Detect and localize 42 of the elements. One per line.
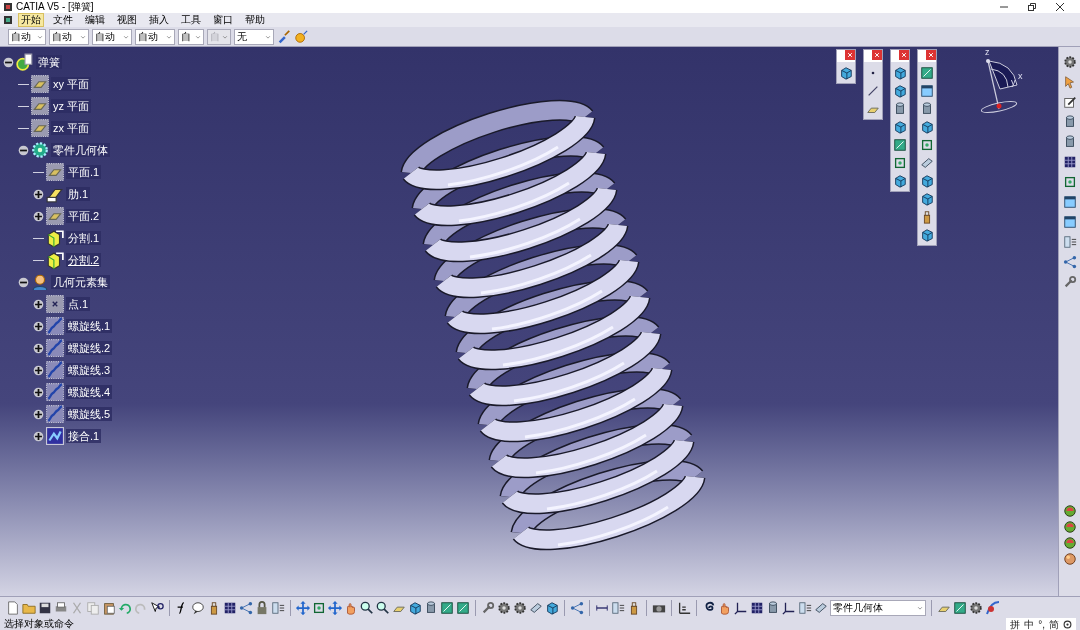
tree-item-label[interactable]: 几何元素集 [51, 275, 110, 289]
dropdown[interactable]: 自动 [49, 28, 89, 45]
dropdown[interactable]: 零件几何体 [830, 599, 926, 616]
tree-item-label[interactable]: 平面.2 [66, 209, 102, 223]
ime-indicator[interactable]: 简 [1049, 618, 1059, 630]
tree-item-label[interactable]: zx 平面 [51, 121, 92, 135]
tree-item-label[interactable]: yz 平面 [51, 99, 92, 113]
ime-indicator[interactable]: °, [1038, 618, 1045, 630]
tree-item-label[interactable]: xy 平面 [51, 77, 92, 91]
menu-item[interactable]: 视图 [114, 13, 140, 27]
ime-indicator[interactable]: 拼 [1010, 618, 1021, 630]
axis-label: x [1018, 71, 1023, 81]
tree-item-label[interactable]: 接合.1 [66, 429, 102, 443]
menu-item[interactable]: 开始 [18, 13, 44, 27]
tree-item-label[interactable]: 分割.2 [66, 253, 102, 267]
tree-item-label[interactable]: 平面.1 [66, 165, 102, 179]
menu-item[interactable]: 文件 [50, 13, 76, 27]
menu-item[interactable]: 工具 [178, 13, 204, 27]
tree-item-label[interactable]: 零件几何体 [51, 143, 110, 157]
tree-item-label[interactable]: 螺旋线.5 [66, 407, 113, 421]
dropdown[interactable]: 自动 [135, 28, 175, 45]
window-title: CATIA V5 - [弹簧] [16, 0, 94, 13]
tree-item-label[interactable]: 螺旋线.3 [66, 363, 113, 377]
tree-item-label[interactable]: 肋.1 [66, 187, 91, 201]
menu-item[interactable]: 编辑 [82, 13, 108, 27]
status-message: 选择对象或命令 [4, 618, 74, 630]
menu-item[interactable]: 帮助 [242, 13, 268, 27]
menu-item[interactable]: 窗口 [210, 13, 236, 27]
tree-item-label[interactable]: 弹簧 [36, 55, 62, 69]
menu-item[interactable]: 插入 [146, 13, 172, 27]
dropdown[interactable]: 自动 [8, 28, 46, 45]
tree-item-label[interactable]: 点.1 [66, 297, 91, 311]
tree-item-label[interactable]: 螺旋线.1 [66, 319, 113, 333]
tree-item-label[interactable]: 螺旋线.2 [66, 341, 113, 355]
tree-item-label[interactable]: 螺旋线.4 [66, 385, 113, 399]
axis-label: y [1011, 77, 1016, 87]
ime-indicator[interactable]: 中 [1024, 618, 1035, 630]
tree-item-label[interactable]: 分割.1 [66, 231, 102, 245]
axis-label: z [985, 49, 990, 57]
dropdown[interactable]: 无 [234, 28, 274, 45]
dropdown[interactable]: 自动 [92, 28, 132, 45]
dropdown[interactable]: 自 [178, 28, 204, 45]
